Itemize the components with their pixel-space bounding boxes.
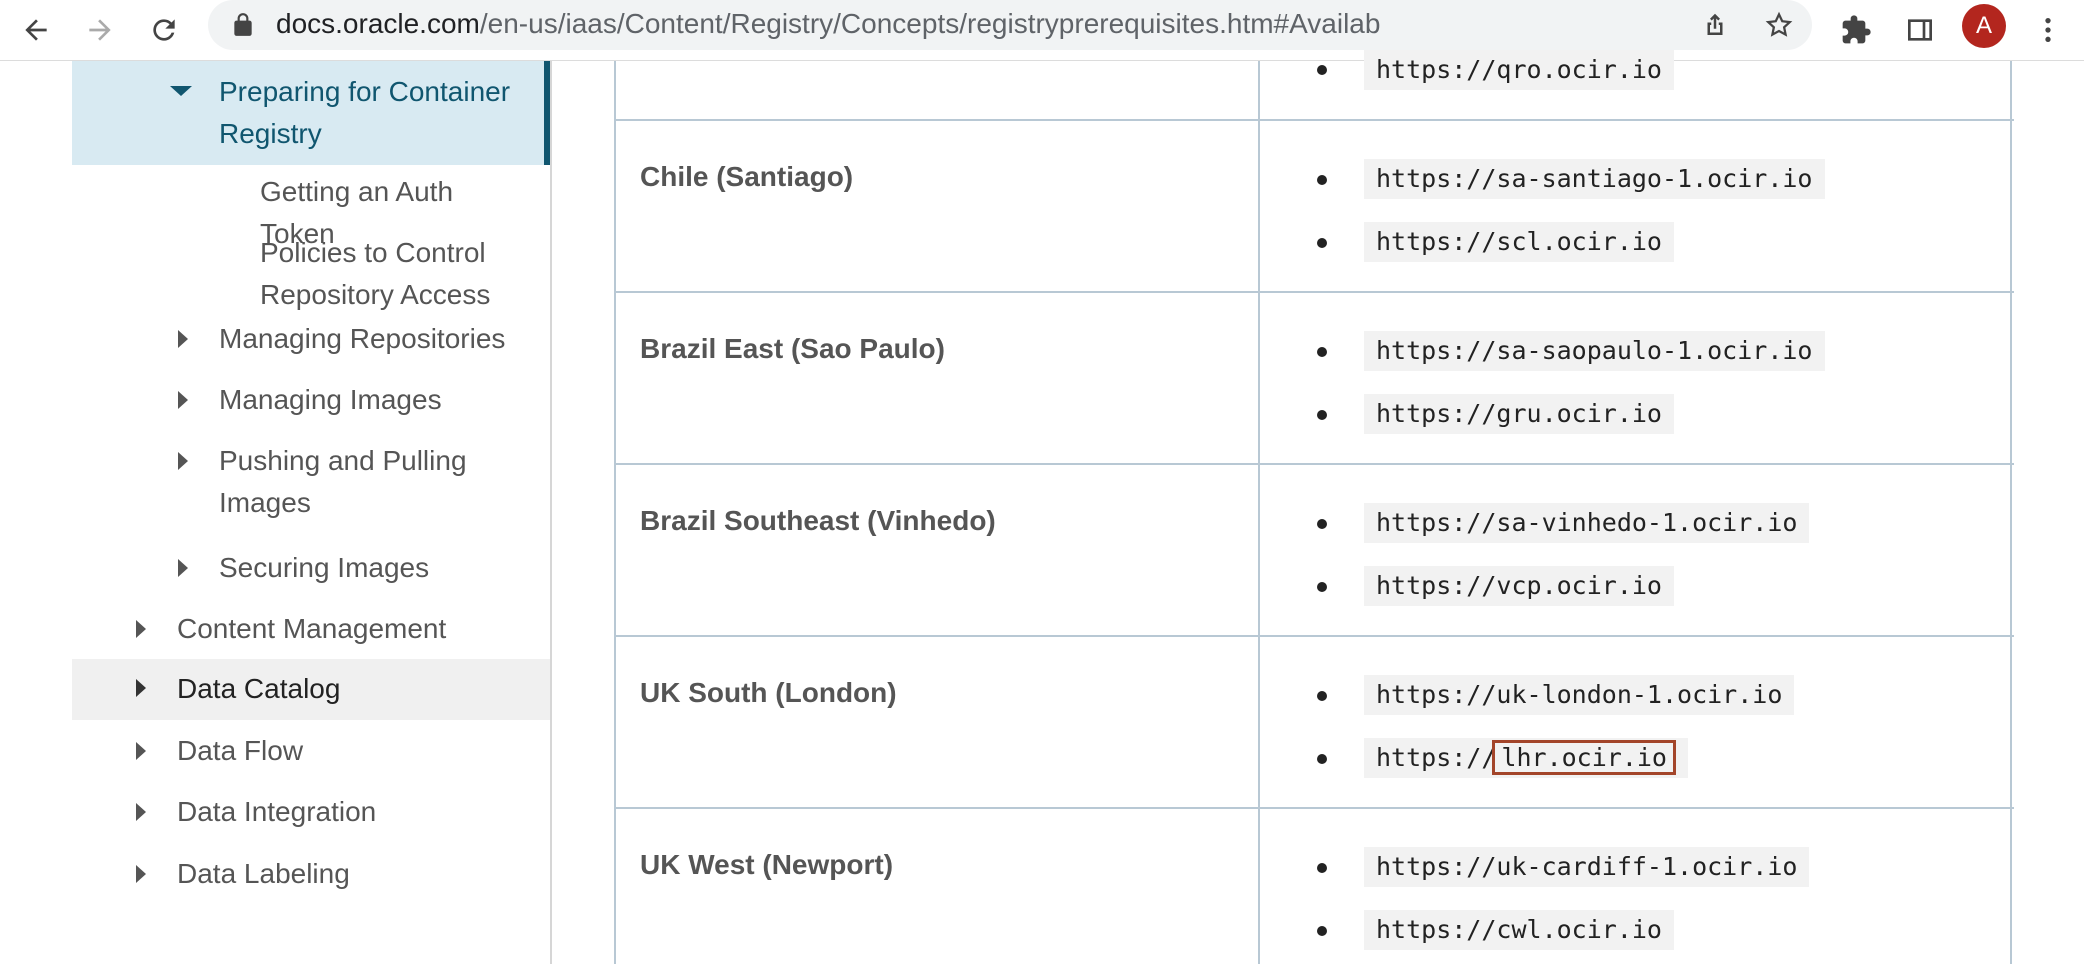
sidebar-item-data-labeling[interactable]: Data Labeling bbox=[72, 853, 550, 895]
sidebar-item-data-flow[interactable]: Data Flow bbox=[72, 730, 550, 772]
url-path: /en-us/iaas/Content/Registry/Concepts/re… bbox=[479, 8, 1381, 39]
endpoint-prefix: https:// bbox=[1376, 743, 1497, 772]
bullet bbox=[1317, 754, 1327, 764]
sidebar-item-label: Preparing for Container Registry bbox=[219, 76, 511, 149]
region-name: Brazil Southeast (Vinhedo) bbox=[640, 505, 996, 536]
sidebar-item-label: Content Management bbox=[177, 613, 447, 644]
caret-right-icon bbox=[178, 559, 188, 577]
table-row: UK South (London) https://uk-london-1.oc… bbox=[616, 637, 2014, 809]
sidebar-item-pushing-pulling[interactable]: Pushing and Pulling Images bbox=[72, 440, 550, 524]
endpoint-url: https://cwl.ocir.io bbox=[1364, 910, 1674, 950]
sidebar-item-policies[interactable]: Policies to Control Repository Access bbox=[72, 232, 550, 316]
table-row: https://qro.ocir.io bbox=[616, 50, 2014, 121]
endpoint-url: https://sa-vinhedo-1.ocir.io bbox=[1364, 503, 1810, 543]
caret-right-icon bbox=[136, 803, 146, 821]
extensions-icon[interactable] bbox=[1830, 4, 1882, 56]
sidebar-item-label: Managing Images bbox=[219, 384, 442, 415]
sidebar-item-securing-images[interactable]: Securing Images bbox=[72, 547, 550, 589]
bullet bbox=[1317, 691, 1327, 701]
sidebar-item-preparing[interactable]: Preparing for Container Registry bbox=[72, 61, 550, 165]
url-host: docs.oracle.com bbox=[276, 8, 480, 39]
endpoints-table: https://qro.ocir.io Chile (Santiago) htt… bbox=[614, 50, 2014, 964]
region-name: UK South (London) bbox=[640, 677, 897, 708]
address-bar[interactable]: docs.oracle.com/en-us/iaas/Content/Regis… bbox=[208, 0, 1812, 50]
endpoint-url: https://vcp.ocir.io bbox=[1364, 566, 1674, 606]
caret-right-icon bbox=[136, 620, 146, 638]
endpoint-url: https://scl.ocir.io bbox=[1364, 222, 1674, 262]
sidebar-item-label: Securing Images bbox=[219, 552, 430, 583]
sidebar-nav: Preparing for Container Registry Getting… bbox=[72, 61, 552, 964]
endpoint-url-highlighted: https://lhr.ocir.io bbox=[1364, 738, 1688, 778]
bullet bbox=[1317, 863, 1327, 873]
caret-right-icon bbox=[178, 391, 188, 409]
star-icon[interactable] bbox=[1760, 6, 1798, 44]
sidebar-item-label: Data Integration bbox=[177, 796, 377, 827]
browser-toolbar: docs.oracle.com/en-us/iaas/Content/Regis… bbox=[0, 0, 2084, 61]
bullet bbox=[1317, 65, 1327, 75]
region-name: UK West (Newport) bbox=[640, 849, 894, 880]
caret-right-icon bbox=[136, 679, 146, 697]
side-panel-icon[interactable] bbox=[1894, 4, 1946, 56]
bullet bbox=[1317, 347, 1327, 357]
bullet bbox=[1317, 175, 1327, 185]
endpoint-url: https://sa-saopaulo-1.ocir.io bbox=[1364, 331, 1825, 371]
endpoint-url: https://uk-london-1.ocir.io bbox=[1364, 675, 1795, 715]
lock-icon[interactable] bbox=[230, 12, 256, 38]
sidebar-item-content-management[interactable]: Content Management bbox=[72, 608, 550, 650]
caret-right-icon bbox=[136, 742, 146, 760]
share-icon[interactable] bbox=[1696, 6, 1734, 44]
table-row: Chile (Santiago) https://sa-santiago-1.o… bbox=[616, 121, 2014, 293]
sidebar-item-data-integration[interactable]: Data Integration bbox=[72, 791, 550, 833]
table-row: Brazil Southeast (Vinhedo) https://sa-vi… bbox=[616, 465, 2014, 637]
table-row: Brazil East (Sao Paulo) https://sa-saopa… bbox=[616, 293, 2014, 465]
sidebar-item-label: Data Labeling bbox=[177, 858, 350, 889]
caret-right-icon bbox=[178, 452, 188, 470]
caret-right-icon bbox=[136, 865, 146, 883]
bullet bbox=[1317, 238, 1327, 248]
table-row: UK West (Newport) https://uk-cardiff-1.o… bbox=[616, 809, 2014, 964]
bullet bbox=[1317, 926, 1327, 936]
caret-right-icon bbox=[178, 330, 188, 348]
region-name: Chile (Santiago) bbox=[640, 161, 854, 192]
back-icon[interactable] bbox=[10, 4, 62, 56]
sidebar-item-managing-repositories[interactable]: Managing Repositories bbox=[72, 318, 550, 360]
sidebar-item-label: Pushing and Pulling Images bbox=[219, 445, 467, 518]
url-text[interactable]: docs.oracle.com/en-us/iaas/Content/Regis… bbox=[276, 8, 1380, 40]
endpoint-url: https://sa-santiago-1.ocir.io bbox=[1364, 159, 1825, 199]
endpoint-url: https://qro.ocir.io bbox=[1364, 50, 1674, 90]
region-name: Brazil East (Sao Paulo) bbox=[640, 333, 945, 364]
more-icon[interactable] bbox=[2022, 4, 2074, 56]
endpoint-url: https://gru.ocir.io bbox=[1364, 394, 1674, 434]
bullet bbox=[1317, 519, 1327, 529]
sidebar-item-label: Managing Repositories bbox=[219, 323, 506, 354]
sidebar-item-label: Data Flow bbox=[177, 735, 304, 766]
sidebar-item-managing-images[interactable]: Managing Images bbox=[72, 379, 550, 421]
bullet bbox=[1317, 410, 1327, 420]
endpoint-url: https://uk-cardiff-1.ocir.io bbox=[1364, 847, 1810, 887]
reload-icon[interactable] bbox=[138, 4, 190, 56]
avatar[interactable]: A bbox=[1962, 4, 2006, 48]
highlight-box: lhr.ocir.io bbox=[1492, 740, 1676, 775]
forward-icon[interactable] bbox=[74, 4, 126, 56]
table-body: https://qro.ocir.io Chile (Santiago) htt… bbox=[614, 50, 2014, 964]
bullet bbox=[1317, 582, 1327, 592]
sidebar-item-label: Policies to Control Repository Access bbox=[260, 237, 491, 310]
caret-down-icon bbox=[170, 86, 192, 96]
sidebar-item-label: Data Catalog bbox=[177, 673, 341, 704]
sidebar-item-data-catalog[interactable]: Data Catalog bbox=[72, 659, 550, 720]
